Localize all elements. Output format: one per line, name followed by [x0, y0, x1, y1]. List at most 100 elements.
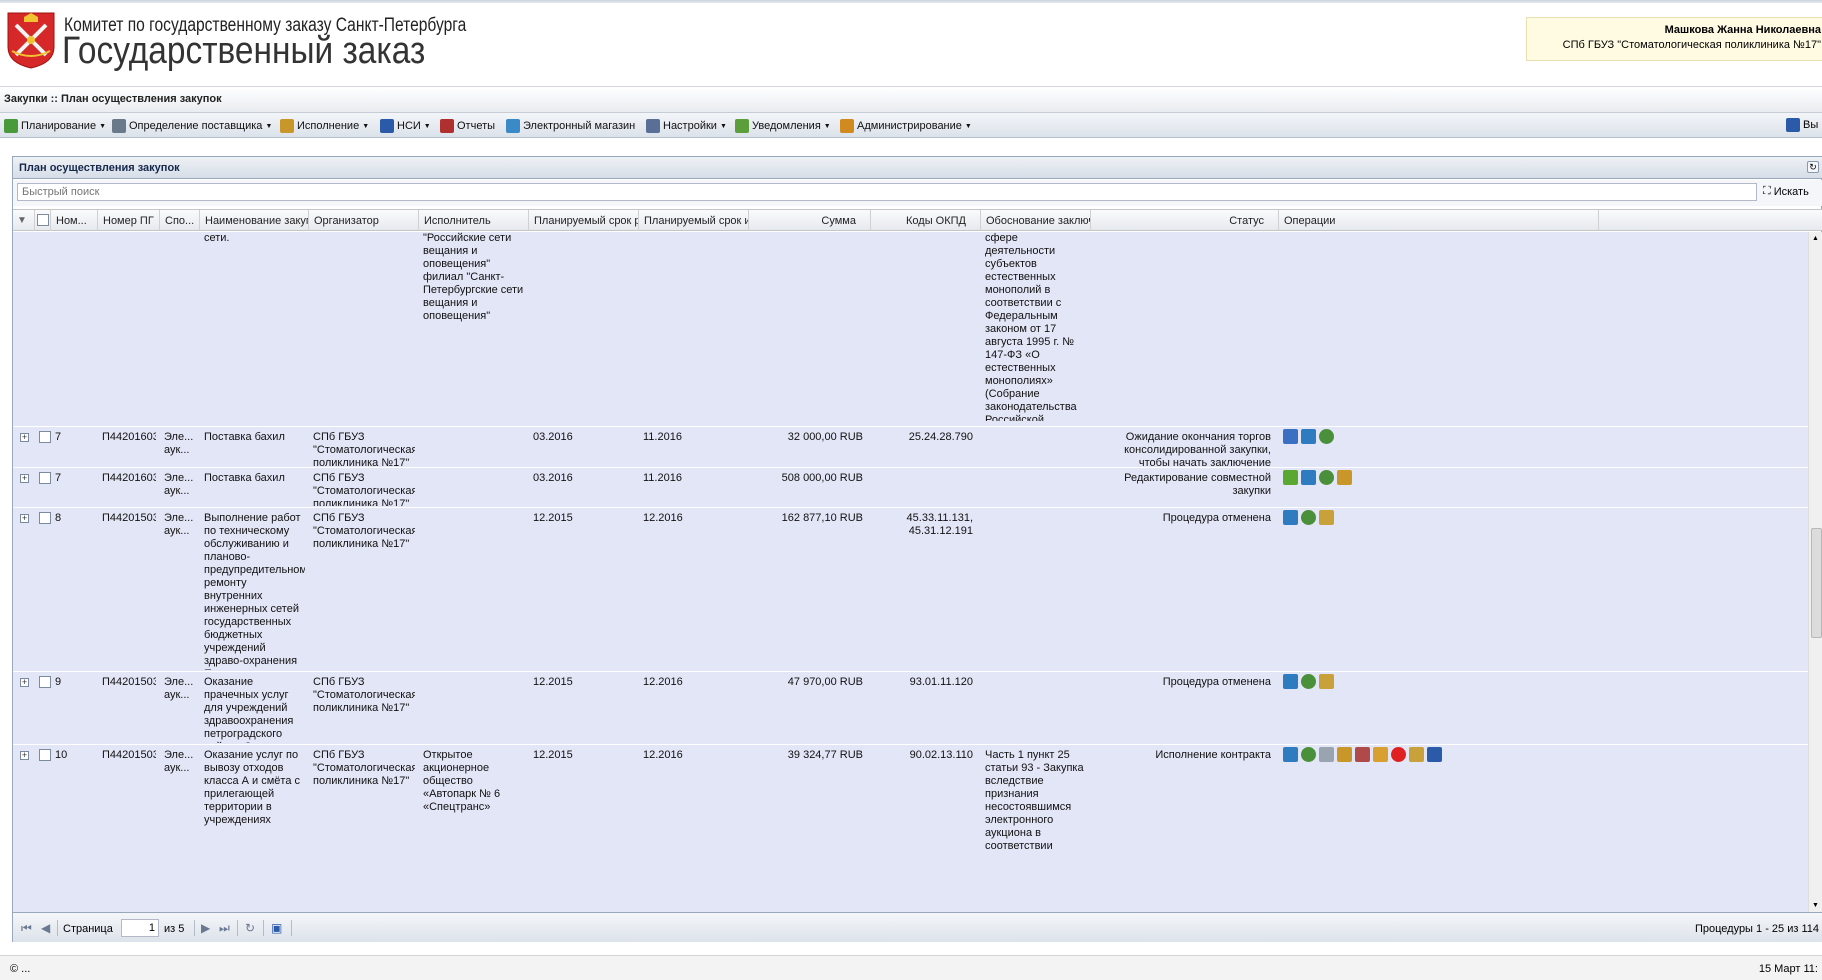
document-icon[interactable] [1319, 747, 1334, 762]
column-header-11[interactable]: Статус [1091, 210, 1279, 231]
column-header-9[interactable]: Коды ОКПД [871, 210, 981, 231]
expand-row-icon[interactable]: + [20, 474, 29, 483]
menu-item-3[interactable]: НСИ ▼ [380, 118, 431, 134]
select-all-header[interactable] [35, 210, 51, 231]
chart-icon[interactable] [1301, 429, 1316, 444]
operations-group [1283, 510, 1334, 525]
vertical-scrollbar[interactable]: ▲ ▼ [1808, 232, 1822, 912]
filter-column-header[interactable]: ▼ [13, 210, 35, 231]
cell-sum: 47 970,00 RUB [787, 676, 863, 688]
chart-icon[interactable] [1283, 747, 1298, 762]
menu-item-7[interactable]: Уведомления ▼ [735, 118, 831, 134]
red-circle-icon[interactable] [1391, 747, 1406, 762]
table-row[interactable]: сети. "Российские сети вещания и оповещен… [13, 232, 1808, 427]
cell-pg: П442016037... [102, 472, 156, 484]
refresh-icon[interactable]: ↻ [245, 921, 255, 935]
chart-icon[interactable] [1283, 510, 1298, 525]
search-button[interactable]: ⛶ Искать [1763, 185, 1809, 198]
prev-page-icon[interactable]: ◀ [41, 921, 50, 935]
pencil-icon[interactable] [1283, 429, 1298, 444]
column-header-1[interactable]: Номер ПГ [98, 210, 160, 231]
row-checkbox[interactable] [39, 472, 51, 484]
column-header-4[interactable]: Организатор [309, 210, 419, 231]
menu-item-label: НСИ [397, 120, 421, 132]
gears-icon [112, 119, 126, 133]
table-row[interactable]: +9 П442015037... Эле... аук... Оказание пра… [13, 672, 1808, 745]
gear-icon[interactable] [1319, 470, 1334, 485]
column-header-8[interactable]: Сумма [749, 210, 871, 231]
scroll-up-icon[interactable]: ▲ [1812, 235, 1819, 242]
cell-end: 12.2016 [643, 749, 683, 761]
cell-method: Эле... аук... [164, 431, 194, 456]
table-row[interactable]: +8 П442015037... Эле... аук... Выполнение р… [13, 508, 1808, 672]
cell-sum [753, 232, 863, 421]
emblem-icon[interactable] [1337, 470, 1352, 485]
chart-icon[interactable] [1301, 470, 1316, 485]
cell-status: Исполнение контракта [1155, 749, 1271, 761]
last-page-icon[interactable]: ⏭ [219, 921, 230, 936]
cell-reason [985, 676, 1087, 743]
main-menu: Вы Планирование ▼ Определение поставщика ▼ И… [0, 112, 1822, 138]
expand-row-icon[interactable]: + [20, 678, 29, 687]
quick-search-input[interactable] [17, 183, 1757, 201]
menu-item-1[interactable]: Определение поставщика ▼ [112, 118, 272, 134]
column-header-7[interactable]: Планируемый срок и... [639, 210, 749, 231]
menu-item-8[interactable]: Администрирование ▼ [840, 118, 972, 134]
cell-method: Эле... аук... [164, 512, 194, 537]
scroll-icon[interactable] [1409, 747, 1424, 762]
table-row[interactable]: +7 П442016037... Эле... аук... Поставка бах… [13, 427, 1808, 468]
book-icon [380, 119, 394, 133]
column-header-0[interactable]: Ном... [51, 210, 98, 231]
gear-icon[interactable] [1301, 747, 1316, 762]
gear-icon[interactable] [1319, 429, 1334, 444]
expand-row-icon[interactable]: + [20, 433, 29, 442]
exit-button[interactable]: Вы [1786, 118, 1818, 132]
row-checkbox[interactable] [39, 676, 51, 688]
gear-icon[interactable] [1301, 510, 1316, 525]
operations-group [1283, 747, 1442, 762]
row-checkbox[interactable] [39, 512, 51, 524]
column-header-6[interactable]: Планируемый срок р... [529, 210, 639, 231]
refresh-tool-icon[interactable]: ↻ [1807, 161, 1819, 173]
procurement-plan-panel: План осуществления закупок ↻ ⛶ Искать ▼ … [12, 156, 1822, 942]
scroll-down-icon[interactable]: ▼ [1812, 902, 1819, 909]
separator [194, 920, 195, 936]
list-icon[interactable] [1355, 747, 1370, 762]
first-page-icon[interactable]: ⏮ [21, 921, 32, 936]
table-row[interactable]: +7 П442016037... Эле... аук... Поставка бах… [13, 468, 1808, 508]
column-header-3[interactable]: Наименование закупки [200, 210, 309, 231]
column-header-2[interactable]: Спо... [160, 210, 200, 231]
scroll-icon[interactable] [1319, 674, 1334, 689]
gear-icon[interactable] [1301, 674, 1316, 689]
scroll-thumb[interactable] [1811, 528, 1822, 638]
next-page-icon[interactable]: ▶ [201, 921, 210, 935]
table-row[interactable]: +10 П442015037... Эле... аук... Оказание ус… [13, 745, 1808, 912]
cell-sum: 162 877,10 RUB [781, 512, 863, 524]
scroll-icon[interactable] [1319, 510, 1334, 525]
column-header-12[interactable]: Операции [1279, 210, 1599, 231]
chart-icon[interactable] [1283, 674, 1298, 689]
row-checkbox[interactable] [39, 749, 51, 761]
expand-row-icon[interactable]: + [20, 514, 29, 523]
row-checkbox[interactable] [39, 431, 51, 443]
page-number-input[interactable] [121, 919, 159, 937]
emblem-icon[interactable] [1337, 747, 1352, 762]
wrench-icon [646, 119, 660, 133]
separator [263, 920, 264, 936]
menu-item-2[interactable]: Исполнение ▼ [280, 118, 369, 134]
menu-item-0[interactable]: Планирование ▼ [4, 118, 106, 134]
cell-num [55, 232, 94, 421]
menu-item-6[interactable]: Настройки ▼ [646, 118, 727, 134]
menu-item-5[interactable]: Электронный магазин [506, 118, 635, 134]
dropdown-arrow-icon: ▼ [423, 122, 431, 130]
stamp-icon[interactable] [1373, 747, 1388, 762]
select-all-checkbox[interactable] [37, 214, 49, 226]
column-header-10[interactable]: Обоснование заключ... [981, 210, 1091, 231]
save-icon[interactable]: ▣ [271, 921, 282, 935]
menu-item-4[interactable]: Отчеты [440, 118, 495, 134]
cell-name: сети. [204, 232, 230, 244]
books-icon[interactable] [1427, 747, 1442, 762]
expand-row-icon[interactable]: + [20, 751, 29, 760]
edit-icon[interactable] [1283, 470, 1298, 485]
column-header-5[interactable]: Исполнитель [419, 210, 529, 231]
